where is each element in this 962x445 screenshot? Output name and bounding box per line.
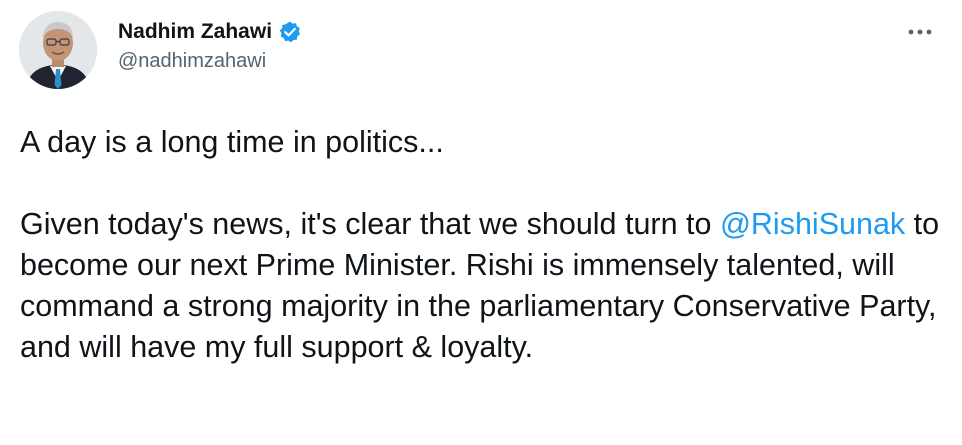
more-options-icon[interactable] (906, 22, 934, 42)
tweet-card: Nadhim Zahawi @nadhimzahawi A day is a l… (0, 0, 962, 445)
avatar-photo (19, 11, 97, 89)
user-handle[interactable]: @nadhimzahawi (118, 50, 302, 73)
tweet-text: A day is a long time in politics... Give… (20, 122, 945, 368)
tweet-text-before-mention: Given today's news, it's clear that we s… (20, 207, 720, 241)
author-info: Nadhim Zahawi @nadhimzahawi (118, 18, 302, 73)
verified-badge-icon (278, 20, 302, 44)
avatar[interactable] (19, 11, 97, 89)
name-row: Nadhim Zahawi (118, 18, 302, 46)
display-name[interactable]: Nadhim Zahawi (118, 20, 272, 44)
mention-link[interactable]: @RishiSunak (720, 207, 905, 241)
tweet-paragraph-1: A day is a long time in politics... (20, 125, 444, 159)
tweet-paragraph-2: Given today's news, it's clear that we s… (20, 204, 945, 368)
